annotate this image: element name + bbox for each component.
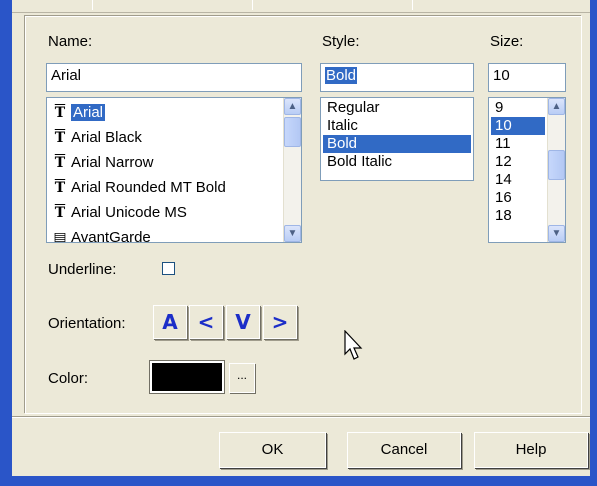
font-style-input-selected-text: Bold — [325, 67, 358, 84]
scroll-up-arrow-icon[interactable]: ▲ — [284, 98, 301, 115]
color-label: Color: — [48, 370, 89, 387]
scroll-thumb[interactable] — [548, 150, 565, 180]
size-label: Size: — [490, 33, 524, 50]
font-name-list[interactable]: T Arial T Arial Black T Arial Narrow T Arial Ro… — [46, 97, 302, 243]
color-swatch[interactable] — [149, 360, 225, 394]
truetype-icon: T — [54, 105, 66, 121]
font-list-item-label: Arial Unicode MS — [71, 204, 187, 221]
mouse-cursor-icon — [344, 330, 363, 360]
truetype-icon: T — [54, 205, 66, 221]
ok-button[interactable]: OK — [219, 432, 326, 468]
underline-checkbox[interactable] — [162, 262, 175, 275]
truetype-icon: T — [54, 155, 66, 171]
size-list-item[interactable]: 9 — [491, 99, 545, 117]
truetype-icon: T — [54, 180, 66, 196]
font-style-input[interactable]: Bold — [320, 63, 474, 92]
size-list-item[interactable]: 11 — [491, 135, 545, 153]
font-name-input[interactable]: Arial — [46, 63, 302, 92]
font-list-item-label: Arial Narrow — [71, 154, 154, 171]
font-list-item-label: Arial Rounded MT Bold — [71, 179, 226, 196]
orientation-right-button[interactable]: > — [263, 305, 297, 339]
name-label: Name: — [48, 33, 93, 50]
style-list-item[interactable]: Bold — [323, 135, 471, 153]
tab-strip-edge — [12, 0, 590, 13]
font-list-item-label: Arial — [71, 104, 106, 121]
orientation-horizontal-button[interactable]: A — [153, 305, 187, 339]
orientation-right-glyph: > — [271, 310, 289, 334]
window-frame-bottom — [0, 476, 597, 486]
help-button[interactable]: Help — [474, 432, 588, 468]
scroll-thumb[interactable] — [284, 117, 301, 147]
font-list-item[interactable]: T Arial Black — [49, 125, 281, 150]
size-list-item[interactable]: 14 — [491, 171, 545, 189]
scroll-down-arrow-icon[interactable]: ▼ — [548, 225, 565, 242]
style-list-item[interactable]: Italic — [323, 117, 471, 135]
cancel-button[interactable]: Cancel — [347, 432, 461, 468]
truetype-icon: T — [54, 130, 66, 146]
size-list-item[interactable]: 10 — [491, 117, 545, 135]
color-picker-button[interactable]: ... — [229, 363, 255, 393]
orientation-a-glyph: A — [162, 310, 178, 334]
printer-font-icon: ▤ — [53, 230, 67, 243]
size-list-scrollbar[interactable]: ▲ ▼ — [547, 98, 565, 242]
font-list-item[interactable]: T Arial — [49, 100, 281, 125]
font-list-item-label: Arial Black — [71, 129, 142, 146]
font-list-scrollbar[interactable]: ▲ ▼ — [283, 98, 301, 242]
font-list-item[interactable]: ▤ AvantGarde — [49, 225, 281, 243]
font-style-list[interactable]: Regular Italic Bold Bold Italic — [320, 97, 474, 181]
orientation-down-button[interactable]: V — [226, 305, 260, 339]
style-list-item[interactable]: Regular — [323, 99, 471, 117]
underline-label: Underline: — [48, 261, 117, 278]
size-list-item[interactable]: 16 — [491, 189, 545, 207]
scroll-down-arrow-icon[interactable]: ▼ — [284, 225, 301, 242]
font-list-item[interactable]: T Arial Unicode MS — [49, 200, 281, 225]
orientation-down-glyph: V — [235, 310, 251, 334]
size-list-item[interactable]: 18 — [491, 207, 545, 225]
font-list-item[interactable]: T Arial Narrow — [49, 150, 281, 175]
orientation-label: Orientation: — [48, 315, 126, 332]
font-list-item-label: AvantGarde — [71, 229, 151, 243]
font-size-input[interactable]: 10 — [488, 63, 566, 92]
size-list-item[interactable]: 12 — [491, 153, 545, 171]
orientation-left-glyph: < — [197, 310, 215, 334]
scroll-up-arrow-icon[interactable]: ▲ — [548, 98, 565, 115]
window-frame-left — [0, 0, 12, 486]
font-size-list[interactable]: 9 10 11 12 14 16 18 ▲ ▼ — [488, 97, 566, 243]
dialog-separator — [12, 416, 590, 418]
orientation-left-button[interactable]: < — [189, 305, 223, 339]
style-list-item[interactable]: Bold Italic — [323, 153, 471, 171]
font-list-item[interactable]: T Arial Rounded MT Bold — [49, 175, 281, 200]
window-frame-right — [590, 0, 597, 486]
style-label: Style: — [322, 33, 360, 50]
